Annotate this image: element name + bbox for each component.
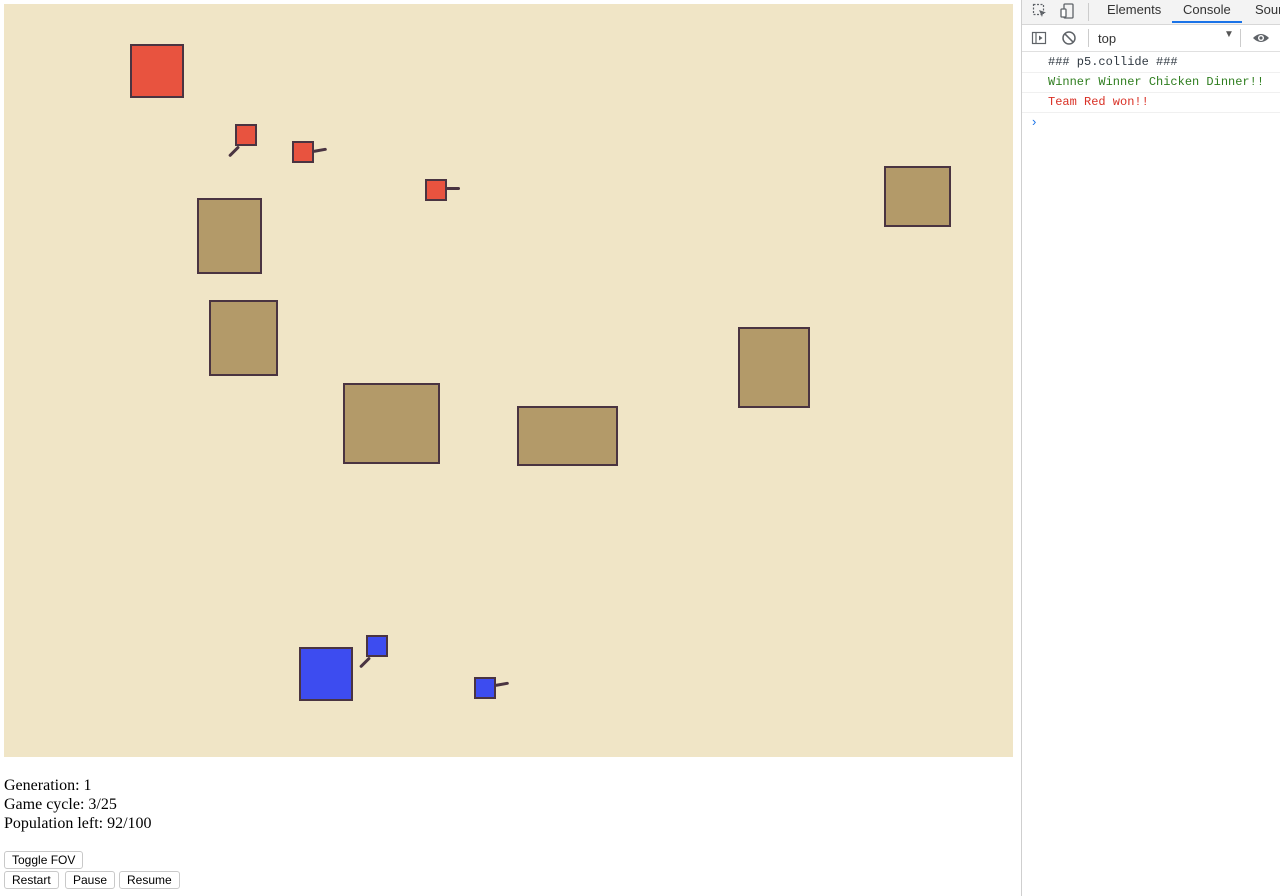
red-tank [425,179,447,201]
console-message: ### p5.collide ### [1022,53,1280,73]
toolbar-separator [1240,29,1241,47]
red-tank-barrel [312,147,328,153]
red-tank [235,124,257,146]
red-tank [292,141,314,163]
red-tank-barrel [446,187,460,190]
inspect-icon[interactable] [1032,3,1048,22]
blue-base [299,647,353,701]
tab-sources[interactable]: Sour [1255,0,1280,23]
obstacle [517,406,618,466]
obstacle [209,300,278,376]
pause-button[interactable]: Pause [65,871,116,889]
blue-tank-barrel [494,681,510,687]
game-canvas[interactable] [4,4,1013,757]
dropdown-arrow-icon[interactable]: ▼ [1224,29,1234,40]
generation-text: Generation: 1 [4,777,92,794]
resume-button[interactable]: Resume [119,871,180,889]
clear-console-icon[interactable] [1061,30,1077,49]
toggle-fov-button[interactable]: Toggle FOV [4,851,84,869]
console-message: Team Red won!! [1022,93,1280,113]
context-selector[interactable]: top [1098,31,1116,46]
game-cycle-text: Game cycle: 3/25 [4,796,117,813]
tab-console[interactable]: Console [1172,0,1242,23]
devtools-panel: Elements Console Sour top ▼ ### p5.colli… [1021,0,1280,896]
tab-elements[interactable]: Elements [1107,0,1161,23]
obstacle [343,383,440,464]
toolbar-separator [1088,29,1089,47]
blue-tank [474,677,496,699]
device-toolbar-icon[interactable] [1060,3,1076,22]
tab-separator [1088,3,1089,21]
obstacle [197,198,262,274]
obstacle [884,166,951,227]
eye-icon[interactable] [1252,30,1270,49]
blue-tank [366,635,388,657]
sidebar-toggle-icon[interactable] [1031,30,1047,49]
devtools-tab-bar: Elements Console Sour [1022,0,1280,25]
console-toolbar: top ▼ [1022,25,1280,52]
obstacle [738,327,810,408]
console-message: Winner Winner Chicken Dinner!! [1022,73,1280,93]
red-base [130,44,184,98]
blue-tank-barrel [359,656,372,669]
game-stats: Generation: 1 Game cycle: 3/25 Populatio… [4,776,152,833]
red-tank-barrel [228,145,241,158]
population-text: Population left: 92/100 [4,815,152,832]
restart-button[interactable]: Restart [4,871,59,889]
console-prompt[interactable]: › [1032,114,1036,129]
